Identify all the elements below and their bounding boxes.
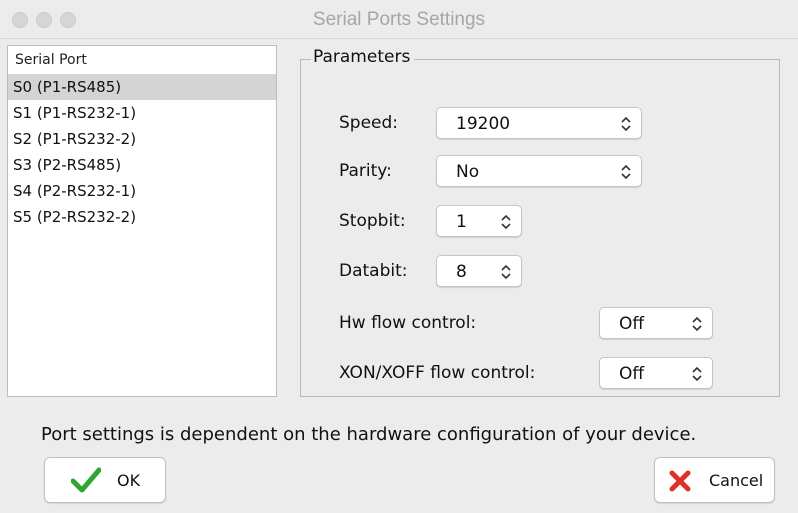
- title-bar: Serial Ports Settings: [0, 0, 798, 39]
- port-item-s0[interactable]: S0 (P1-RS485): [8, 74, 276, 100]
- info-text: Port settings is dependent on the hardwa…: [41, 424, 697, 445]
- port-item-s5[interactable]: S5 (P2-RS232-2): [8, 204, 276, 230]
- databit-select[interactable]: 8: [436, 255, 522, 287]
- speed-select[interactable]: 19200: [436, 107, 642, 139]
- ok-button-label: OK: [117, 471, 141, 490]
- hw-flow-control-select[interactable]: Off: [599, 307, 713, 339]
- cancel-button[interactable]: Cancel: [654, 457, 775, 503]
- ok-button[interactable]: OK: [44, 457, 166, 503]
- hw-flow-control-value: Off: [619, 314, 645, 334]
- checkmark-icon: [71, 467, 101, 493]
- speed-label: Speed:: [339, 113, 399, 133]
- port-item-s3[interactable]: S3 (P2-RS485): [8, 152, 276, 178]
- stopbit-select[interactable]: 1: [436, 205, 522, 237]
- stopbit-value: 1: [456, 212, 467, 232]
- serial-port-list[interactable]: Serial Port S0 (P1-RS485) S1 (P1-RS232-1…: [7, 45, 277, 397]
- stepper-chevrons-icon: [501, 264, 511, 280]
- port-item-s4[interactable]: S4 (P2-RS232-1): [8, 178, 276, 204]
- window-title: Serial Ports Settings: [312, 9, 486, 30]
- parity-value: No: [456, 162, 480, 182]
- stepper-chevrons-icon: [621, 164, 631, 180]
- parity-select[interactable]: No: [436, 155, 642, 187]
- databit-label: Databit:: [339, 261, 408, 281]
- databit-value: 8: [456, 262, 467, 282]
- xon-xoff-flow-control-label: XON/XOFF flow control:: [339, 363, 536, 383]
- stepper-chevrons-icon: [501, 214, 511, 230]
- serial-port-list-header: Serial Port: [15, 52, 87, 68]
- speed-value: 19200: [456, 114, 511, 134]
- xon-xoff-flow-control-value: Off: [619, 364, 645, 384]
- stepper-chevrons-icon: [692, 366, 702, 382]
- cancel-x-icon: [669, 470, 691, 492]
- stepper-chevrons-icon: [621, 116, 631, 132]
- hw-flow-control-label: Hw flow control:: [339, 313, 477, 333]
- port-item-s2[interactable]: S2 (P1-RS232-2): [8, 126, 276, 152]
- port-item-s1[interactable]: S1 (P1-RS232-1): [8, 100, 276, 126]
- stepper-chevrons-icon: [692, 316, 702, 332]
- parameters-title: Parameters: [311, 47, 415, 67]
- parity-label: Parity:: [339, 161, 392, 181]
- cancel-button-label: Cancel: [709, 471, 764, 490]
- xon-xoff-flow-control-select[interactable]: Off: [599, 357, 713, 389]
- stopbit-label: Stopbit:: [339, 211, 406, 231]
